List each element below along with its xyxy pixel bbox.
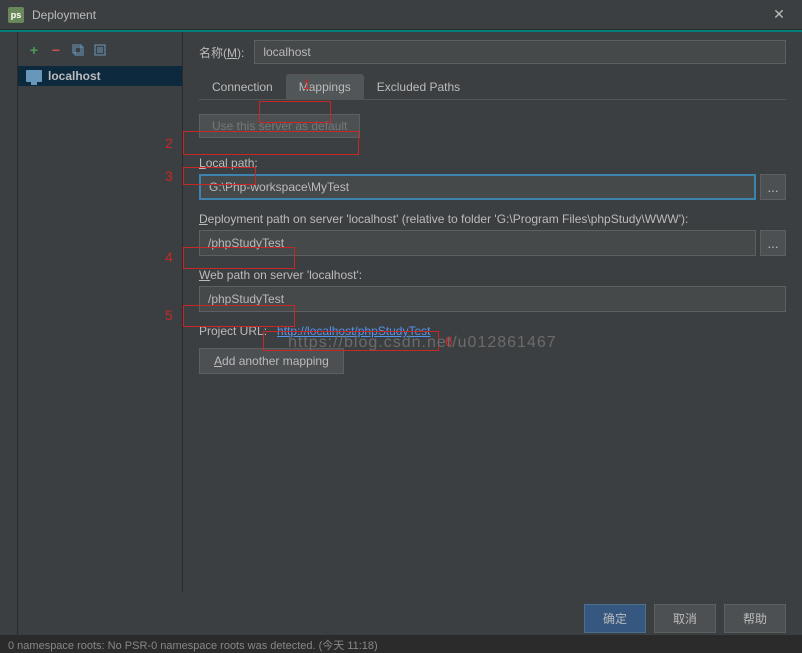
window-title: Deployment (32, 8, 764, 22)
add-server-button[interactable]: + (26, 42, 42, 58)
browse-local-button[interactable]: ... (760, 174, 786, 200)
browse-deploy-button[interactable]: ... (760, 230, 786, 256)
cancel-button[interactable]: 取消 (654, 604, 716, 633)
sidebar-toolbar: + − (18, 38, 182, 66)
copy-server-button[interactable] (70, 42, 86, 58)
deploy-path-label: Deployment path on server 'localhost' (r… (199, 212, 786, 226)
server-name-input[interactable] (254, 40, 786, 64)
help-button[interactable]: 帮助 (724, 604, 786, 633)
sidebar-server-item[interactable]: localhost (18, 66, 182, 86)
title-bar: ps Deployment ✕ (0, 0, 802, 30)
project-url-label: Project URL: (199, 324, 267, 338)
tabs: Connection Mappings Excluded Paths (199, 74, 786, 100)
web-path-label: Web path on server 'localhost': (199, 268, 786, 282)
tab-connection[interactable]: Connection (199, 74, 286, 99)
close-icon[interactable]: ✕ (764, 0, 794, 30)
sidebar-item-label: localhost (48, 69, 101, 83)
deploy-path-input[interactable] (199, 230, 756, 256)
ok-button[interactable]: 确定 (584, 604, 646, 633)
add-mapping-button[interactable]: Add another mapping (199, 348, 344, 374)
status-bar: 0 namespace roots: No PSR-0 namespace ro… (0, 635, 802, 653)
local-path-input[interactable] (199, 174, 756, 200)
dialog-footer: 确定 取消 帮助 (584, 604, 786, 633)
local-path-label: Local path: (199, 156, 786, 170)
use-as-default-button[interactable]: Use this server as default (199, 114, 360, 138)
web-path-input[interactable] (199, 286, 786, 312)
tab-mappings[interactable]: Mappings (286, 74, 364, 99)
app-icon: ps (8, 7, 24, 23)
tab-excluded-paths[interactable]: Excluded Paths (364, 74, 473, 99)
project-url-link[interactable]: http://localhost/phpStudyTest (277, 324, 430, 338)
remove-server-button[interactable]: − (48, 42, 64, 58)
server-icon (26, 70, 42, 82)
main-panel: 名称(M): Connection Mappings Excluded Path… (183, 32, 802, 592)
name-label: 名称(M): (199, 44, 244, 61)
edit-server-button[interactable] (92, 42, 108, 58)
server-sidebar: + − localhost (18, 32, 183, 592)
project-url-row: Project URL: http://localhost/phpStudyTe… (199, 324, 786, 338)
left-gutter (0, 32, 18, 635)
